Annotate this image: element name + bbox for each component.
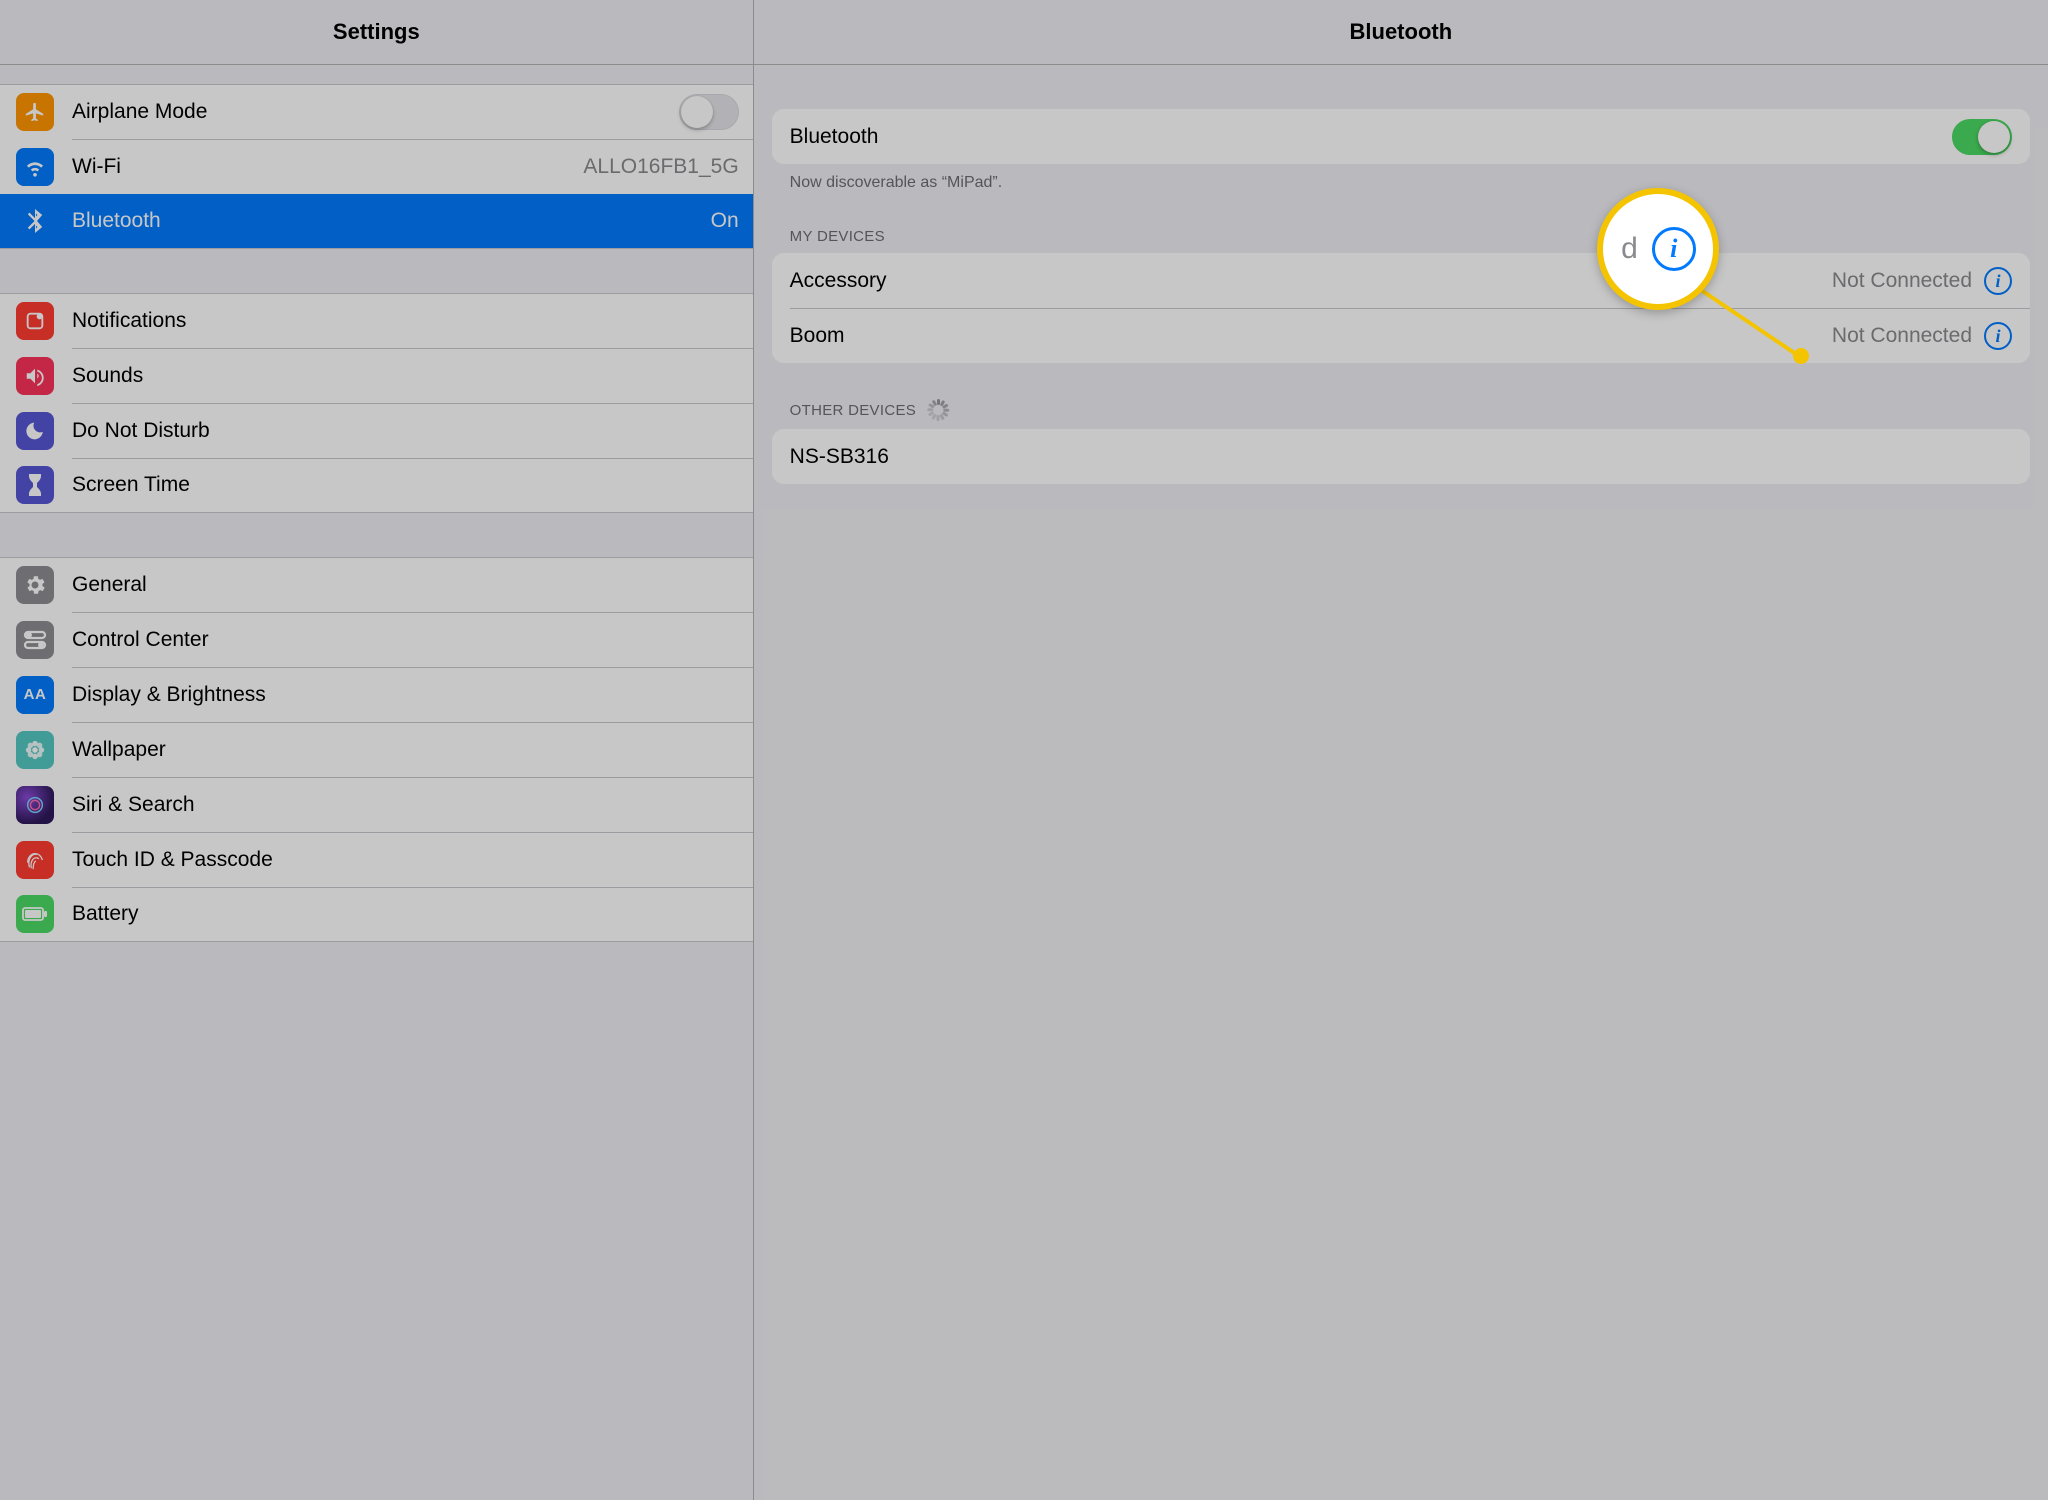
device-row[interactable]: Accessory Not Connected i (772, 253, 2030, 308)
battery-label: Battery (72, 902, 739, 926)
sidebar-item-display[interactable]: AA Display & Brightness (0, 667, 753, 722)
device-row[interactable]: Boom Not Connected i (772, 308, 2030, 363)
wifi-label: Wi-Fi (72, 155, 583, 179)
airplane-label: Airplane Mode (72, 100, 679, 124)
siri-icon (16, 786, 54, 824)
sounds-icon (16, 357, 54, 395)
spinner-icon (926, 399, 948, 421)
device-status: Not Connected (1832, 324, 1972, 348)
general-label: General (72, 573, 739, 597)
settings-sidebar: Settings Airplane Mode Wi-Fi ALLO16FB1_5… (0, 0, 754, 1500)
touchid-label: Touch ID & Passcode (72, 848, 739, 872)
bluetooth-toggle-label: Bluetooth (790, 125, 1952, 149)
gear-icon (16, 566, 54, 604)
sidebar-item-general[interactable]: General (0, 557, 753, 612)
detail-body: Bluetooth Now discoverable as “MiPad”. M… (754, 65, 2048, 484)
controlcenter-label: Control Center (72, 628, 739, 652)
discoverable-caption: Now discoverable as “MiPad”. (772, 164, 2030, 192)
siri-label: Siri & Search (72, 793, 739, 817)
spacer (0, 65, 753, 84)
bluetooth-toggle-row[interactable]: Bluetooth (772, 109, 2030, 164)
device-name: Boom (790, 324, 1832, 348)
bluetooth-toggle[interactable] (1952, 119, 2012, 155)
callout-fragment: d (1621, 232, 1638, 266)
sidebar-item-wifi[interactable]: Wi-Fi ALLO16FB1_5G (0, 139, 753, 194)
notifications-label: Notifications (72, 309, 739, 333)
flower-icon (16, 731, 54, 769)
battery-icon (16, 895, 54, 933)
sidebar-item-dnd[interactable]: Do Not Disturb (0, 403, 753, 458)
my-devices-list: Accessory Not Connected i Boom Not Conne… (772, 253, 2030, 363)
display-icon: AA (16, 676, 54, 714)
spacer (0, 249, 753, 293)
sidebar-item-controlcenter[interactable]: Control Center (0, 612, 753, 667)
sounds-label: Sounds (72, 364, 739, 388)
other-devices-header-text: OTHER DEVICES (790, 402, 916, 419)
sidebar-item-notifications[interactable]: Notifications (0, 293, 753, 348)
bluetooth-icon (16, 202, 54, 240)
info-icon[interactable]: i (1984, 322, 2012, 350)
sidebar-item-wallpaper[interactable]: Wallpaper (0, 722, 753, 777)
sidebar-item-touchid[interactable]: Touch ID & Passcode (0, 832, 753, 887)
info-icon[interactable]: i (1984, 267, 2012, 295)
callout-magnifier: d i (1597, 188, 1719, 310)
toggles-icon (16, 621, 54, 659)
other-devices-header: OTHER DEVICES (772, 363, 2030, 429)
bluetooth-toggle-group: Bluetooth (772, 109, 2030, 164)
detail-panel: Bluetooth Bluetooth Now discoverable as … (754, 0, 2048, 1500)
detail-title: Bluetooth (754, 0, 2048, 65)
device-row[interactable]: NS-SB316 (772, 429, 2030, 484)
sidebar-item-siri[interactable]: Siri & Search (0, 777, 753, 832)
sidebar-item-bluetooth[interactable]: Bluetooth On (0, 194, 753, 249)
spacer (0, 513, 753, 557)
screentime-label: Screen Time (72, 473, 739, 497)
notifications-icon (16, 302, 54, 340)
display-label: Display & Brightness (72, 683, 739, 707)
my-devices-header: MY DEVICES (772, 192, 2030, 253)
sidebar-item-airplane[interactable]: Airplane Mode (0, 84, 753, 139)
wifi-icon (16, 148, 54, 186)
sidebar-item-sounds[interactable]: Sounds (0, 348, 753, 403)
dnd-label: Do Not Disturb (72, 419, 739, 443)
info-icon: i (1652, 227, 1696, 271)
device-name: NS-SB316 (790, 445, 2012, 469)
device-status: Not Connected (1832, 269, 1972, 293)
airplane-toggle[interactable] (679, 94, 739, 130)
wifi-value: ALLO16FB1_5G (583, 155, 738, 179)
my-devices-header-text: MY DEVICES (790, 228, 885, 245)
bluetooth-value: On (711, 209, 739, 233)
settings-app: Settings Airplane Mode Wi-Fi ALLO16FB1_5… (0, 0, 2048, 1500)
wallpaper-label: Wallpaper (72, 738, 739, 762)
sidebar-item-battery[interactable]: Battery (0, 887, 753, 942)
moon-icon (16, 412, 54, 450)
sidebar-title: Settings (0, 0, 753, 65)
hourglass-icon (16, 466, 54, 504)
fingerprint-icon (16, 841, 54, 879)
other-devices-list: NS-SB316 (772, 429, 2030, 484)
bluetooth-label: Bluetooth (72, 209, 711, 233)
callout-endpoint (1793, 348, 1809, 364)
airplane-icon (16, 93, 54, 131)
sidebar-item-screentime[interactable]: Screen Time (0, 458, 753, 513)
